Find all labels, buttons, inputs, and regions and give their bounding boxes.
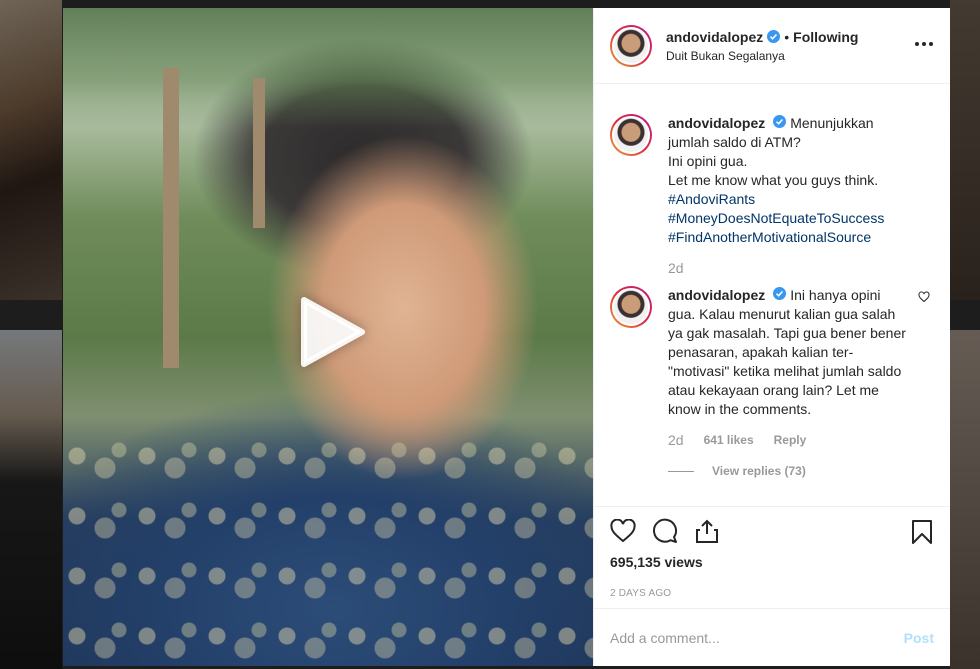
add-comment-form: Post — [594, 608, 950, 666]
share-icon[interactable] — [694, 518, 720, 544]
separator-dot: • — [784, 28, 790, 45]
video-frame-tree-trunk — [253, 78, 265, 228]
heart-icon[interactable] — [918, 290, 930, 308]
hashtag-link[interactable]: #MoneyDoesNotEquateToSuccess — [668, 209, 908, 228]
comment-input[interactable] — [610, 629, 904, 646]
hashtag-link[interactable]: #FindAnotherMotivationalSource — [668, 228, 908, 247]
caption-text: Let me know what you guys think. — [668, 172, 879, 188]
post-header: andovidalopez • Following Duit Bukan Seg… — [594, 8, 950, 84]
more-options-icon[interactable] — [914, 34, 934, 52]
background-post-thumbnail[interactable] — [0, 330, 62, 669]
hashtag-link[interactable]: #AndoviRants — [668, 190, 908, 209]
location-link[interactable]: Duit Bukan Segalanya — [666, 49, 858, 63]
play-button[interactable] — [296, 296, 368, 373]
username-link[interactable]: andovidalopez — [668, 115, 765, 131]
caption-text: Ini opini gua. — [668, 153, 748, 169]
divider — [668, 470, 694, 472]
username-link[interactable]: andovidalopez — [666, 29, 763, 45]
action-bar — [594, 506, 950, 554]
avatar[interactable] — [610, 114, 652, 156]
verified-badge-icon — [767, 30, 781, 43]
timestamp: 2d — [668, 260, 684, 276]
video-player[interactable] — [63, 8, 593, 666]
username-link[interactable]: andovidalopez — [668, 287, 765, 303]
verified-badge-icon — [773, 115, 787, 128]
video-frame-tree-trunk — [163, 68, 179, 368]
avatar[interactable] — [610, 24, 652, 67]
comment-icon[interactable] — [652, 518, 678, 544]
comment: andovidalopez Ini hanya opini gua. Kalau … — [610, 286, 934, 450]
video-frame-foliage — [63, 8, 593, 128]
following-button[interactable]: Following — [793, 29, 858, 45]
background-post-thumbnail[interactable] — [950, 330, 980, 669]
background-post-thumbnail[interactable] — [0, 0, 62, 300]
verified-badge-icon — [773, 287, 787, 300]
view-replies-label: View replies (73) — [712, 464, 806, 478]
post-comment-button[interactable]: Post — [904, 630, 934, 646]
comments-section[interactable]: andovidalopez Menunjukkan jumlah saldo di… — [594, 84, 950, 506]
post-timestamp[interactable]: 2 DAYS AGO — [594, 580, 950, 608]
view-replies-button[interactable]: View replies (73) — [668, 464, 934, 478]
timestamp: 2d — [668, 432, 684, 448]
post-sidebar: andovidalopez • Following Duit Bukan Seg… — [593, 8, 950, 666]
heart-icon[interactable] — [610, 518, 636, 543]
background-post-thumbnail[interactable] — [950, 0, 980, 300]
bookmark-icon[interactable] — [910, 519, 934, 550]
caption: andovidalopez Menunjukkan jumlah saldo di… — [610, 100, 934, 278]
comment-likes-count[interactable]: 641 likes — [704, 431, 754, 450]
views-count[interactable]: 695,135 views — [594, 554, 950, 574]
play-icon — [298, 296, 366, 373]
comment-text: Ini hanya opini gua. Kalau menurut kalia… — [668, 287, 906, 417]
avatar[interactable] — [610, 286, 652, 328]
reply-button[interactable]: Reply — [774, 431, 807, 450]
video-frame-shirt — [63, 438, 593, 666]
post-modal: andovidalopez • Following Duit Bukan Seg… — [63, 8, 950, 666]
